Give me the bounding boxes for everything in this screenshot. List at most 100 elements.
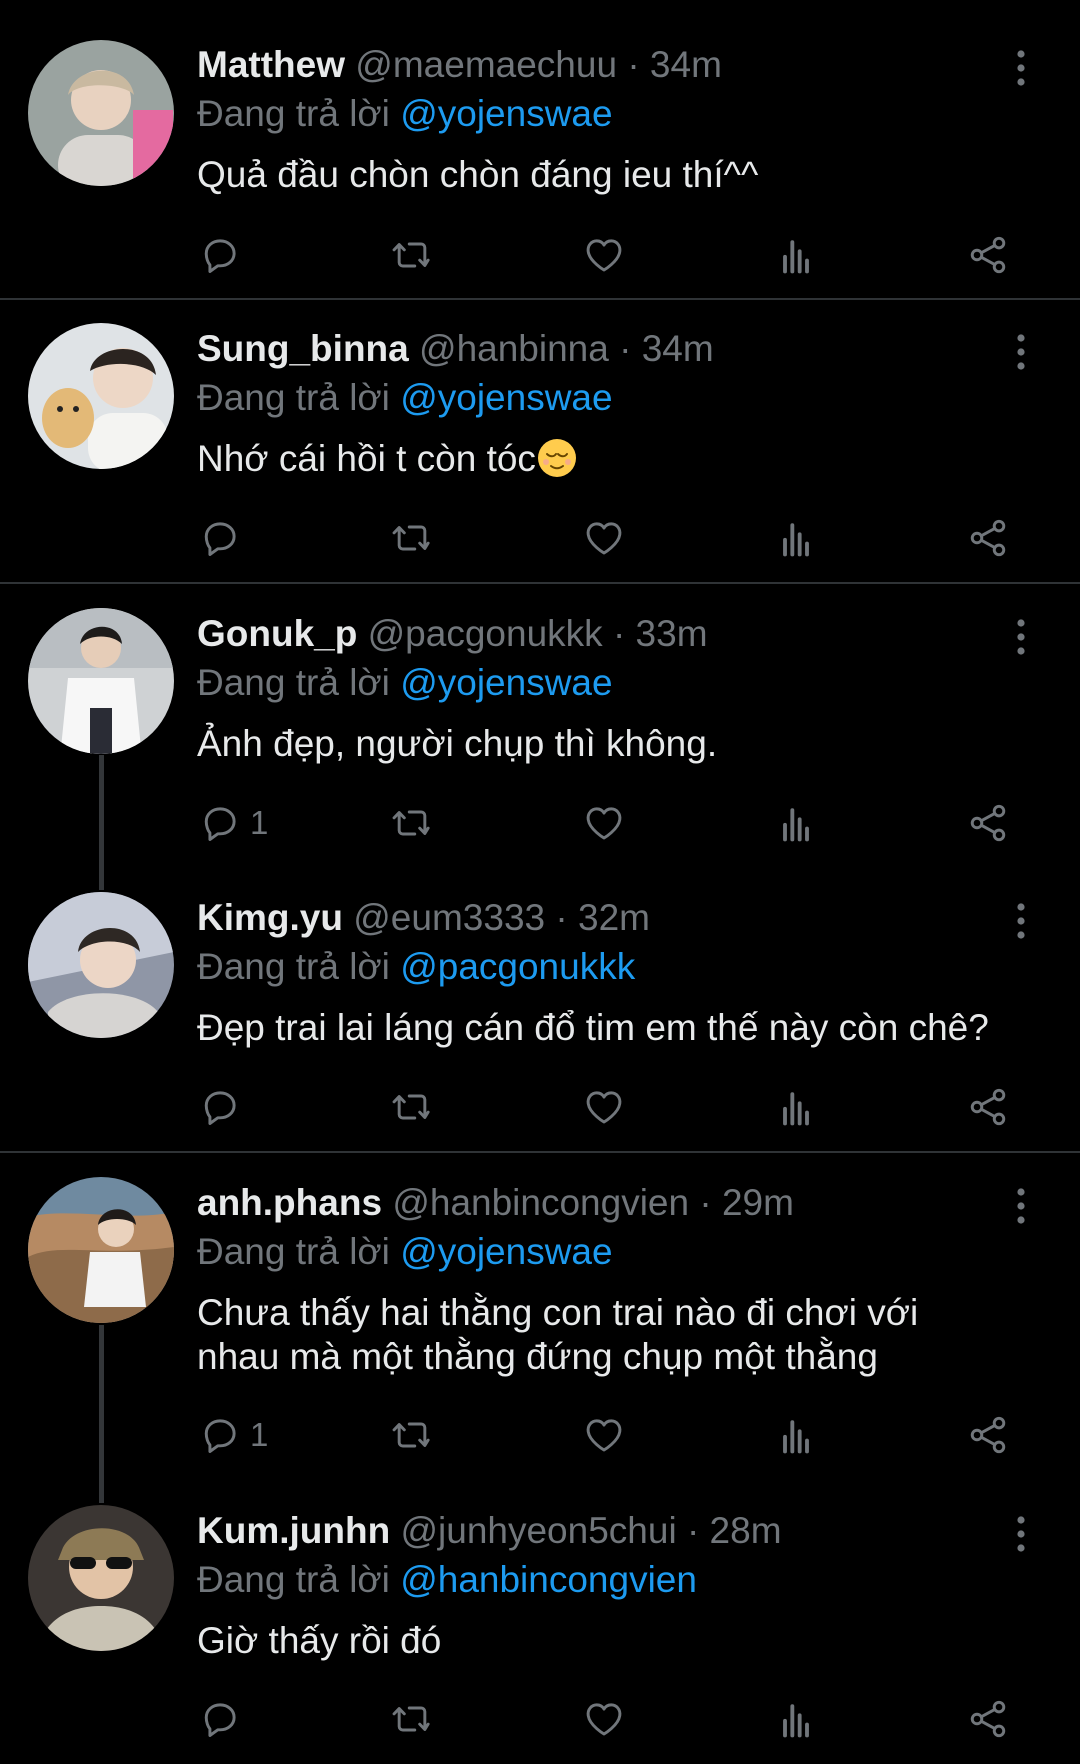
tweet-text: Nhớ cái hồi t còn tóc — [197, 437, 1057, 481]
replying-label: Đang trả lời — [197, 1231, 401, 1272]
timestamp[interactable]: · 29m — [699, 1182, 794, 1223]
action-bar: 1 — [198, 1411, 1018, 1459]
author-name[interactable]: anh.phans — [197, 1182, 382, 1223]
timestamp[interactable]: · 33m — [613, 613, 708, 654]
reply-to-mention[interactable]: @hanbincongvien — [400, 1559, 697, 1600]
like-button[interactable] — [582, 1411, 626, 1459]
heart-icon — [582, 1413, 626, 1457]
reply-icon — [198, 1697, 242, 1741]
views-button[interactable] — [774, 1083, 818, 1131]
tweet-text: Giờ thấy rồi đó — [197, 1620, 442, 1661]
reply-count: 1 — [250, 1416, 269, 1453]
reply-to-mention[interactable]: @yojenswae — [400, 662, 612, 703]
thread-line — [99, 1325, 104, 1503]
reply-button[interactable] — [198, 1083, 250, 1131]
views-icon — [774, 516, 818, 560]
replying-to: Đang trả lời @pacgonukkk — [197, 945, 635, 989]
share-icon — [966, 1697, 1010, 1741]
author-handle[interactable]: @eum3333 — [353, 897, 545, 938]
replying-to: Đang trả lời @yojenswae — [197, 661, 613, 705]
reply-button[interactable]: 1 — [198, 1411, 268, 1459]
more-vertical-icon[interactable] — [1012, 617, 1030, 657]
share-button[interactable] — [966, 1411, 1010, 1459]
views-button[interactable] — [774, 514, 818, 562]
like-button[interactable] — [582, 799, 626, 847]
author-name[interactable]: Gonuk_p — [197, 613, 357, 654]
heart-icon — [582, 801, 626, 845]
views-button[interactable] — [774, 1695, 818, 1743]
more-vertical-icon[interactable] — [1012, 332, 1030, 372]
views-button[interactable] — [774, 1411, 818, 1459]
reply-icon — [198, 1085, 242, 1129]
replying-to: Đang trả lời @yojenswae — [197, 376, 613, 420]
tweet-text: Ảnh đẹp, người chụp thì không. — [197, 723, 718, 764]
share-button[interactable] — [966, 799, 1010, 847]
share-button[interactable] — [966, 1695, 1010, 1743]
more-vertical-icon[interactable] — [1012, 901, 1030, 941]
author-handle[interactable]: @hanbincongvien — [392, 1182, 689, 1223]
timestamp[interactable]: · 32m — [555, 897, 650, 938]
replying-label: Đang trả lời — [197, 946, 401, 987]
avatar[interactable] — [28, 608, 174, 754]
share-icon — [966, 1085, 1010, 1129]
tweet-text-content: Nhớ cái hồi t còn tóc — [197, 438, 536, 479]
retweet-button[interactable] — [390, 799, 434, 847]
avatar[interactable] — [28, 892, 174, 1038]
avatar[interactable] — [28, 1505, 174, 1651]
author-handle[interactable]: @pacgonukkk — [368, 613, 603, 654]
divider — [0, 582, 1080, 584]
avatar[interactable] — [28, 1177, 174, 1323]
action-bar — [198, 1083, 1018, 1131]
share-button[interactable] — [966, 1083, 1010, 1131]
divider — [0, 1151, 1080, 1153]
retweet-button[interactable] — [390, 1411, 434, 1459]
like-button[interactable] — [582, 1695, 626, 1743]
views-icon — [774, 801, 818, 845]
share-icon — [966, 801, 1010, 845]
retweet-icon — [390, 1413, 434, 1457]
avatar[interactable] — [28, 323, 174, 469]
reply-to-mention[interactable]: @yojenswae — [400, 377, 612, 418]
action-bar — [198, 514, 1018, 562]
action-bar: 1 — [198, 799, 1018, 847]
retweet-icon — [390, 801, 434, 845]
retweet-icon — [390, 516, 434, 560]
reply-icon — [198, 516, 242, 560]
retweet-button[interactable] — [390, 1695, 434, 1743]
heart-icon — [582, 516, 626, 560]
more-vertical-icon[interactable] — [1012, 1514, 1030, 1554]
author-handle[interactable]: @hanbinna — [419, 328, 609, 369]
reply-icon — [198, 1413, 242, 1457]
author-handle[interactable]: @junhyeon5chui — [400, 1510, 676, 1551]
thread-line — [99, 755, 104, 890]
views-button[interactable] — [774, 799, 818, 847]
like-button[interactable] — [582, 514, 626, 562]
reply-button[interactable] — [198, 514, 250, 562]
relieved-face-emoji — [537, 439, 576, 477]
timestamp[interactable]: · 34m — [619, 328, 714, 369]
reply-count: 1 — [250, 804, 269, 841]
retweet-button[interactable] — [390, 1083, 434, 1131]
timestamp[interactable]: · 28m — [687, 1510, 782, 1551]
retweet-icon — [390, 1085, 434, 1129]
tweet-item[interactable]: Sung_binna @hanbinna · 34m Đang trả lời … — [0, 0, 1080, 584]
reply-button[interactable]: 1 — [198, 799, 268, 847]
more-vertical-icon[interactable] — [1012, 1186, 1030, 1226]
author-name[interactable]: Kum.junhn — [197, 1510, 390, 1551]
heart-icon — [582, 1697, 626, 1741]
retweet-button[interactable] — [390, 514, 434, 562]
replying-label: Đang trả lời — [197, 662, 401, 703]
replying-label: Đang trả lời — [197, 377, 401, 418]
tweet-text: Chưa thấy hai thằng con trai nào đi chơi… — [197, 1292, 919, 1377]
share-icon — [966, 516, 1010, 560]
reply-button[interactable] — [198, 1695, 250, 1743]
share-button[interactable] — [966, 514, 1010, 562]
replying-to: Đang trả lời @yojenswae — [197, 1230, 613, 1274]
reply-to-mention[interactable]: @pacgonukkk — [400, 946, 635, 987]
share-icon — [966, 1413, 1010, 1457]
author-name[interactable]: Sung_binna — [197, 328, 409, 369]
reply-to-mention[interactable]: @yojenswae — [400, 1231, 612, 1272]
views-icon — [774, 1697, 818, 1741]
author-name[interactable]: Kimg.yu — [197, 897, 343, 938]
like-button[interactable] — [582, 1083, 626, 1131]
